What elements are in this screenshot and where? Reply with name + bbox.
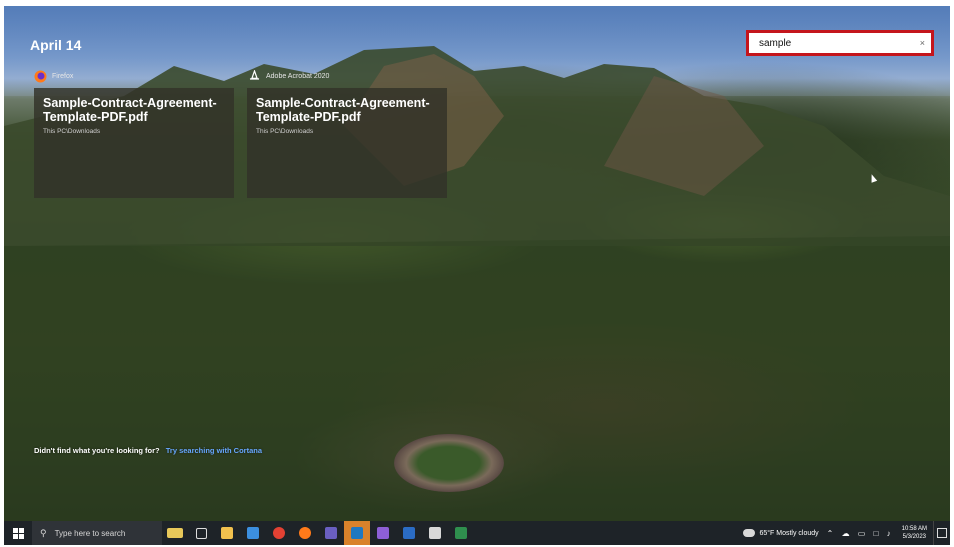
cortana-link[interactable]: Try searching with Cortana	[166, 446, 262, 455]
result-title: Sample-Contract-Agreement-Template-PDF.p…	[256, 96, 430, 124]
result-path: This PC\Downloads	[43, 128, 101, 135]
clock[interactable]: 10:58 AM 5/3/2023	[902, 525, 927, 541]
outlook-icon[interactable]	[344, 521, 370, 545]
system-tray: 65°F Mostly cloudy ⌃ ☁ ▭ □ ♪ 10:58 AM 5/…	[743, 521, 950, 545]
windows-logo-icon	[12, 527, 24, 539]
task-view-icon[interactable]	[188, 521, 214, 545]
result-card-1[interactable]: Sample-Contract-Agreement-Template-PDF.p…	[34, 88, 234, 198]
start-button[interactable]	[4, 521, 32, 545]
firefox-icon	[34, 70, 47, 83]
clock-date: 5/3/2023	[902, 534, 926, 540]
search-icon: ⚲	[40, 527, 47, 538]
firefox-icon[interactable]	[292, 521, 318, 545]
weather-text: 65°F Mostly cloudy	[759, 529, 819, 537]
acrobat-icon	[248, 68, 261, 83]
search-box: ×	[746, 30, 934, 56]
notification-button[interactable]	[933, 521, 950, 545]
store-icon[interactable]	[240, 521, 266, 545]
weather-widget[interactable]: 65°F Mostly cloudy	[743, 529, 819, 537]
paint-icon[interactable]	[422, 521, 448, 545]
tray-icons[interactable]: ⌃ ☁ ▭ □ ♪	[827, 529, 894, 538]
date-heading: April 14	[30, 37, 82, 53]
cortana-suggestion: Didn't find what you're looking for? Try…	[34, 446, 262, 455]
stadium	[394, 434, 504, 492]
result-app-label-1: Firefox	[34, 68, 73, 84]
result-app-name: Firefox	[52, 72, 74, 80]
news-widget-icon[interactable]	[162, 521, 188, 545]
taskbar: ⚲ Type here to search 65°F Mostly cloudy…	[4, 521, 950, 545]
notification-icon	[937, 528, 947, 538]
cloud-icon	[743, 529, 756, 537]
clear-search-button[interactable]: ×	[920, 38, 925, 48]
result-app-label-2: Adobe Acrobat 2020	[248, 68, 329, 84]
clock-time: 10:58 AM	[901, 526, 927, 532]
taskbar-search[interactable]: ⚲ Type here to search	[32, 521, 162, 545]
result-app-name: Adobe Acrobat 2020	[266, 72, 330, 80]
result-path: This PC\Downloads	[256, 128, 314, 135]
file-explorer-icon[interactable]	[214, 521, 240, 545]
result-title: Sample-Contract-Agreement-Template-PDF.p…	[43, 96, 217, 124]
visual-studio-icon[interactable]	[370, 521, 396, 545]
search-input[interactable]	[749, 34, 909, 52]
taskbar-search-placeholder: Type here to search	[54, 528, 126, 538]
word-icon[interactable]	[396, 521, 422, 545]
chrome-icon[interactable]	[266, 521, 292, 545]
cortana-prompt: Didn't find what you're looking for?	[34, 446, 160, 455]
result-card-2[interactable]: Sample-Contract-Agreement-Template-PDF.p…	[247, 88, 447, 198]
excel-icon[interactable]	[448, 521, 474, 545]
teams-icon[interactable]	[318, 521, 344, 545]
